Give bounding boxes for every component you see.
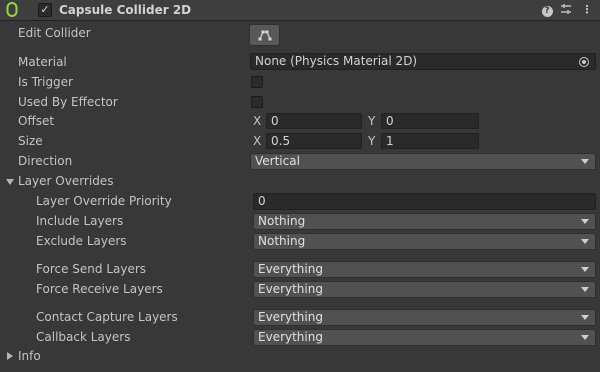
force-send-layers-dropdown[interactable]: Everything	[253, 261, 596, 278]
edit-collider-icon	[258, 30, 272, 41]
help-icon[interactable]: ?	[540, 3, 554, 17]
callback-layers-dropdown[interactable]: Everything	[253, 329, 596, 346]
context-menu-icon[interactable]: ⋮	[580, 3, 594, 17]
offset-y-label[interactable]: Y	[368, 114, 375, 128]
force-send-layers-label: Force Send Layers	[36, 262, 147, 276]
material-value: None (Physics Material 2D)	[255, 54, 418, 68]
include-layers-label: Include Layers	[36, 214, 124, 228]
chevron-down-icon	[581, 335, 589, 340]
used-by-effector-label: Used By Effector	[18, 95, 118, 109]
capsule-collider-icon	[6, 2, 18, 17]
is-trigger-checkbox[interactable]	[251, 76, 263, 88]
offset-x-label[interactable]: X	[253, 114, 261, 128]
contact-capture-layers-dropdown[interactable]: Everything	[253, 309, 596, 326]
layer-overrides-foldout[interactable]: Layer Overrides	[18, 174, 113, 188]
force-receive-layers-label: Force Receive Layers	[36, 282, 163, 296]
callback-layers-value: Everything	[258, 330, 323, 344]
info-foldout[interactable]: Info	[18, 349, 41, 363]
force-receive-layers-dropdown[interactable]: Everything	[253, 281, 596, 298]
size-x-field[interactable]: 0.5	[266, 133, 362, 149]
layer-override-priority-label: Layer Override Priority	[36, 194, 172, 208]
contact-capture-layers-label: Contact Capture Layers	[36, 310, 178, 324]
offset-x-field[interactable]: 0	[266, 113, 362, 129]
chevron-down-icon	[581, 287, 589, 292]
presets-icon[interactable]	[559, 3, 573, 17]
exclude-layers-dropdown[interactable]: Nothing	[253, 233, 596, 250]
offset-y-field[interactable]: 0	[381, 113, 479, 129]
exclude-layers-value: Nothing	[258, 234, 306, 248]
direction-dropdown[interactable]: Vertical	[250, 153, 596, 170]
size-y-field[interactable]: 1	[381, 133, 479, 149]
contact-capture-layers-value: Everything	[258, 310, 323, 324]
size-label: Size	[18, 134, 43, 148]
include-layers-dropdown[interactable]: Nothing	[253, 213, 596, 230]
chevron-down-icon	[581, 219, 589, 224]
is-trigger-label: Is Trigger	[18, 75, 73, 89]
component-header: ✓ Capsule Collider 2D ? ⋮	[0, 0, 600, 21]
material-label: Material	[18, 55, 67, 69]
chevron-down-icon	[581, 239, 589, 244]
chevron-down-icon	[581, 267, 589, 272]
include-layers-value: Nothing	[258, 214, 306, 228]
offset-label: Offset	[18, 114, 55, 128]
size-y-label[interactable]: Y	[368, 134, 375, 148]
exclude-layers-label: Exclude Layers	[36, 234, 127, 248]
object-picker-icon[interactable]	[579, 57, 589, 67]
edit-collider-label: Edit Collider	[18, 26, 91, 40]
foldout-expanded-icon[interactable]	[6, 179, 14, 185]
foldout-collapsed-icon[interactable]	[7, 352, 13, 360]
used-by-effector-checkbox[interactable]	[251, 96, 263, 108]
force-send-layers-value: Everything	[258, 262, 323, 276]
size-x-label[interactable]: X	[253, 134, 261, 148]
force-receive-layers-value: Everything	[258, 282, 323, 296]
component-title: Capsule Collider 2D	[59, 3, 192, 17]
direction-value: Vertical	[255, 154, 300, 168]
component-enabled-checkbox[interactable]: ✓	[38, 3, 52, 17]
layer-override-priority-field[interactable]: 0	[253, 193, 596, 210]
callback-layers-label: Callback Layers	[36, 330, 131, 344]
chevron-down-icon	[581, 315, 589, 320]
material-object-field[interactable]: None (Physics Material 2D)	[250, 53, 596, 70]
chevron-down-icon	[581, 159, 589, 164]
edit-collider-button[interactable]	[249, 24, 280, 46]
direction-label: Direction	[18, 154, 73, 168]
